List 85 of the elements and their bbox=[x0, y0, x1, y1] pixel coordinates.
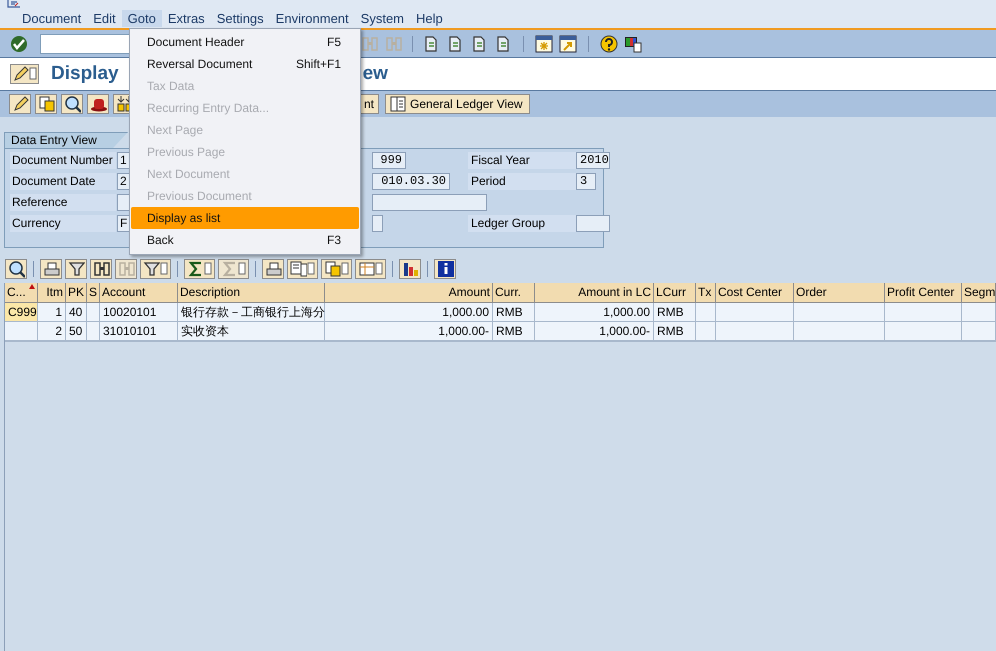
table-cell: RMB bbox=[493, 303, 535, 322]
column-header[interactable]: Amount in LC bbox=[535, 283, 654, 303]
documents-icon[interactable] bbox=[37, 94, 55, 114]
table-cell: 10020101 bbox=[100, 303, 178, 322]
column-header[interactable]: C... bbox=[5, 283, 38, 303]
menu-item[interactable]: Help bbox=[410, 10, 449, 27]
column-header[interactable]: Order bbox=[794, 283, 885, 303]
table-cell: RMB bbox=[493, 322, 535, 341]
input-field[interactable] bbox=[372, 215, 383, 232]
table-cell: 1,000.00- bbox=[535, 322, 654, 341]
table-cell bbox=[87, 322, 100, 341]
sort-icon bbox=[29, 284, 35, 289]
menu-item[interactable]: Settings bbox=[210, 10, 270, 27]
field-label: Reference bbox=[10, 194, 116, 211]
table-cell bbox=[696, 303, 716, 322]
input-field[interactable]: 999 bbox=[372, 152, 406, 169]
column-header[interactable]: S bbox=[87, 283, 100, 303]
table-cell: 1,000.00- bbox=[325, 322, 493, 341]
info-icon[interactable] bbox=[436, 259, 454, 279]
column-header[interactable]: Amount bbox=[325, 283, 493, 303]
menu-item[interactable]: Edit bbox=[87, 10, 122, 27]
toolbar-button[interactable]: nt bbox=[359, 94, 380, 114]
magnifier-icon[interactable] bbox=[63, 94, 81, 114]
menu-option[interactable]: Reversal Document Shift+F1 bbox=[131, 53, 359, 75]
input-field[interactable]: 010.03.30 bbox=[372, 173, 450, 190]
window-icon bbox=[7, 0, 21, 8]
menu-item[interactable]: Document bbox=[16, 10, 88, 27]
help-icon[interactable] bbox=[599, 34, 619, 54]
column-header[interactable]: Tx bbox=[696, 283, 716, 303]
column-header[interactable]: LCurr bbox=[654, 283, 696, 303]
input-field[interactable]: 3 bbox=[576, 173, 596, 190]
sum-icon[interactable] bbox=[186, 259, 204, 279]
check-icon[interactable] bbox=[9, 34, 29, 54]
table-cell bbox=[962, 303, 996, 322]
export-icon[interactable] bbox=[289, 259, 307, 279]
table-cell: 31010101 bbox=[100, 322, 178, 341]
column-header[interactable]: Profit Center bbox=[885, 283, 962, 303]
column-header[interactable]: Curr. bbox=[493, 283, 535, 303]
menu-item[interactable]: System bbox=[354, 10, 410, 27]
input-field[interactable] bbox=[372, 194, 487, 211]
toolbar-button[interactable]: General Ledger View bbox=[385, 94, 530, 114]
table-cell: 50 bbox=[66, 322, 87, 341]
details-icon[interactable] bbox=[7, 259, 25, 279]
table-cell: 40 bbox=[66, 303, 87, 322]
column-header[interactable]: Cost Center bbox=[716, 283, 794, 303]
window-icon[interactable] bbox=[534, 34, 554, 54]
column-header[interactable]: Description bbox=[178, 283, 325, 303]
table-cell: 2 bbox=[38, 322, 66, 341]
table-cell: 实收资本 bbox=[178, 322, 325, 341]
column-header[interactable]: Itm bbox=[38, 283, 66, 303]
table-cell: 1,000.00 bbox=[535, 303, 654, 322]
menu-item[interactable]: Extras bbox=[162, 10, 211, 27]
column-header[interactable]: PK bbox=[66, 283, 87, 303]
table-cell: RMB bbox=[654, 322, 696, 341]
menu-option[interactable]: Display as list bbox=[131, 207, 359, 229]
screen-title: ew bbox=[362, 62, 388, 86]
table-cell: 1,000.00 bbox=[325, 303, 493, 322]
screen-title: Display bbox=[51, 62, 119, 86]
table-cell: 银行存款－工商银行上海分 bbox=[178, 303, 325, 322]
field-label: Fiscal Year bbox=[468, 152, 576, 169]
table-cell: 1 bbox=[38, 303, 66, 322]
tab-label[interactable]: Data Entry View bbox=[4, 132, 128, 148]
subtotal-icon[interactable] bbox=[220, 259, 238, 279]
field-label: Document Number bbox=[10, 152, 116, 169]
table-cell: RMB bbox=[654, 303, 696, 322]
menu-option[interactable]: Back F3 bbox=[131, 229, 359, 251]
column-header[interactable]: Segm bbox=[962, 283, 996, 303]
field-label: Ledger Group bbox=[468, 215, 576, 232]
pencil-icon[interactable] bbox=[11, 94, 29, 114]
field-label: Currency bbox=[10, 215, 116, 232]
input-field[interactable] bbox=[576, 215, 610, 232]
table-cell: C999 bbox=[5, 303, 38, 322]
column-header[interactable]: Account bbox=[100, 283, 178, 303]
menu-option[interactable]: Document Header F5 bbox=[131, 31, 359, 53]
table-cell bbox=[962, 322, 996, 341]
menu-item[interactable]: Goto bbox=[122, 10, 162, 27]
ledger-icon bbox=[388, 94, 406, 114]
document-icon[interactable] bbox=[323, 259, 341, 279]
field-label: Document Date bbox=[10, 173, 116, 190]
menu-item[interactable]: Environment bbox=[270, 10, 355, 27]
window-icon[interactable] bbox=[558, 34, 578, 54]
table-cell bbox=[87, 303, 100, 322]
table-cell bbox=[696, 322, 716, 341]
input-field[interactable]: 2010 bbox=[576, 152, 610, 169]
field-label: Period bbox=[468, 173, 576, 190]
